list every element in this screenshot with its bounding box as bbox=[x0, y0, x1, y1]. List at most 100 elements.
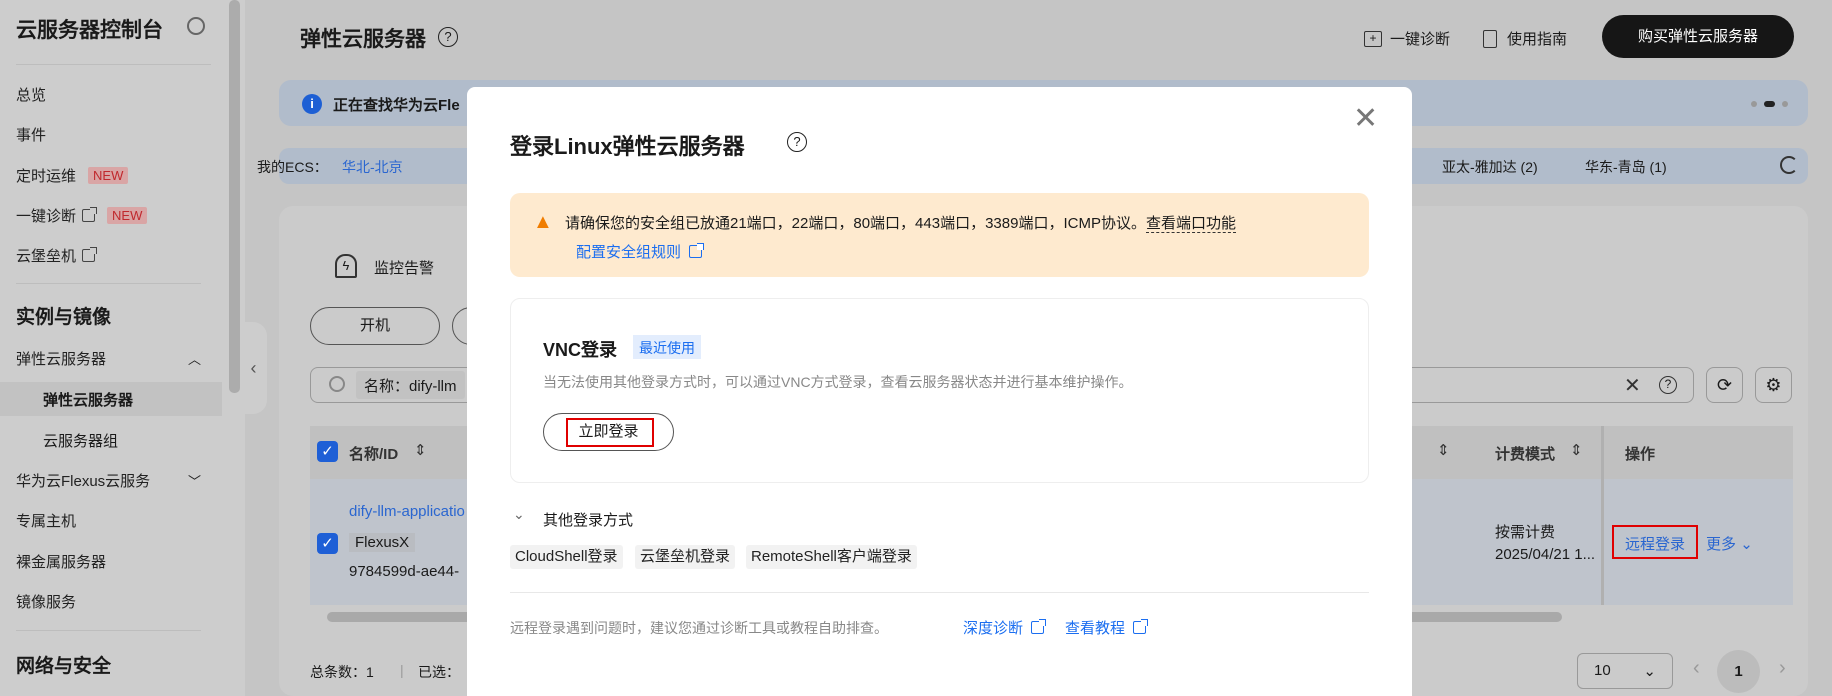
help-icon[interactable]: ? bbox=[1659, 376, 1677, 394]
label: 专属主机 bbox=[16, 513, 77, 530]
sidebar-scrollbar[interactable] bbox=[229, 0, 240, 393]
banner-text: 正在查找华为云Fle bbox=[333, 97, 460, 114]
sort-icon[interactable]: ⇕ bbox=[1570, 441, 1583, 459]
label: 定时运维 bbox=[16, 168, 77, 185]
tutorial-link[interactable]: 查看教程 bbox=[1065, 617, 1149, 638]
security-alert bbox=[510, 193, 1369, 277]
next-page-button[interactable]: › bbox=[1779, 657, 1786, 680]
prev-page-button[interactable]: ‹ bbox=[1693, 657, 1700, 680]
monitor-alarm-button[interactable]: 监控告警 bbox=[374, 257, 434, 278]
search-icon[interactable] bbox=[187, 17, 205, 35]
region-label: 我的ECS： bbox=[257, 159, 328, 175]
collapse-sidebar-button[interactable]: ‹ bbox=[240, 322, 267, 414]
vnc-title: VNC登录 bbox=[543, 340, 618, 360]
sidebar-item-server-group[interactable]: 云服务器组 bbox=[43, 430, 118, 451]
sidebar: 云服务器控制台 总览 事件 定时运维 NEW 一键诊断 NEW 云堡垒机 实例与镜像… bbox=[0, 0, 245, 696]
label: 更多 bbox=[1706, 536, 1737, 553]
alarm-icon: ϟ bbox=[335, 254, 357, 278]
column-header-billing[interactable]: 计费模式 bbox=[1495, 443, 1555, 464]
highlight-box bbox=[1612, 525, 1698, 559]
section-instances: 实例与镜像 bbox=[16, 307, 112, 328]
sidebar-item-ecs[interactable]: 弹性云服务器 bbox=[43, 389, 133, 410]
help-icon[interactable]: ? bbox=[438, 27, 458, 47]
instance-name-link[interactable]: dify-llm-applicatio bbox=[349, 503, 465, 520]
help-text: 远程登录遇到问题时，建议您通过诊断工具或教程自助排查。 bbox=[510, 620, 888, 636]
billing-mode: 按需计费 bbox=[1495, 524, 1556, 541]
external-link-icon bbox=[1031, 619, 1047, 634]
chevron-down-icon: ﹀ bbox=[187, 474, 201, 489]
sidebar-item-images[interactable]: 镜像服务 bbox=[16, 591, 76, 612]
page-1-button[interactable]: 1 bbox=[1717, 650, 1760, 693]
refresh-icon[interactable] bbox=[1780, 156, 1798, 174]
info-icon: i bbox=[302, 94, 322, 114]
chevron-down-icon: ⌄ bbox=[1643, 663, 1656, 680]
clear-icon[interactable]: ✕ bbox=[1624, 373, 1641, 398]
selected-count: 已选： bbox=[418, 664, 460, 680]
page-size-select[interactable]: 10 ⌄ bbox=[1577, 653, 1673, 689]
chevron-down-icon[interactable]: ⌄ bbox=[513, 506, 525, 523]
carousel-dots[interactable] bbox=[1751, 101, 1788, 107]
guide-button[interactable]: 使用指南 bbox=[1483, 28, 1567, 49]
help-icon[interactable]: ? bbox=[787, 132, 807, 152]
label: 华为云Flexus云服务 bbox=[16, 473, 151, 490]
ops-column-divider bbox=[1601, 426, 1604, 605]
sidebar-item-bare-metal[interactable]: 裸金属服务器 bbox=[16, 551, 106, 572]
close-icon[interactable]: ✕ bbox=[1353, 104, 1378, 134]
settings-button[interactable]: ⚙ bbox=[1755, 367, 1792, 403]
sort-icon[interactable]: ⇕ bbox=[414, 441, 427, 459]
region-jakarta[interactable]: 亚太-雅加达 (2) bbox=[1442, 157, 1538, 177]
filter-tag[interactable]: 名称：dify-llm bbox=[356, 371, 465, 399]
label: 查看教程 bbox=[1065, 620, 1126, 637]
port-function-link[interactable]: 查看端口功能 bbox=[1145, 215, 1236, 233]
gear-icon: ⚙ bbox=[1765, 375, 1782, 395]
sidebar-item-bastion[interactable]: 云堡垒机 bbox=[16, 245, 98, 266]
sidebar-item-events[interactable]: 事件 bbox=[16, 124, 46, 145]
console-title: 云服务器控制台 bbox=[16, 19, 163, 42]
flexus-tag: FlexusX bbox=[349, 533, 416, 552]
label: 10 bbox=[1594, 662, 1611, 679]
external-link-icon bbox=[82, 207, 98, 222]
sort-icon[interactable]: ⇕ bbox=[1437, 441, 1450, 459]
row-checkbox[interactable]: ✓ bbox=[317, 533, 338, 554]
alert-text: 请确保您的安全组已放通21端口，22端口，80端口，443端口，3389端口，I… bbox=[565, 212, 1236, 233]
label: 云堡垒机 bbox=[16, 248, 77, 265]
region-beijing[interactable]: 华北-北京 bbox=[342, 157, 403, 177]
page-title: 弹性云服务器 bbox=[300, 28, 426, 51]
alert-message: 请确保您的安全组已放通21端口，22端口，80端口，443端口，3389端口，I… bbox=[565, 215, 1146, 232]
section-network: 网络与安全 bbox=[16, 656, 112, 677]
external-link-icon bbox=[1133, 619, 1149, 634]
sidebar-item-flexus[interactable]: 华为云Flexus云服务 ﹀ bbox=[16, 470, 201, 491]
label: 总览 bbox=[16, 87, 47, 104]
sidebar-item-diagnose[interactable]: 一键诊断 NEW bbox=[16, 205, 148, 226]
diagnose-button[interactable]: + 一键诊断 bbox=[1364, 28, 1450, 49]
warning-icon: ▲ bbox=[533, 211, 553, 233]
sidebar-item-dedicated-host[interactable]: 专属主机 bbox=[16, 510, 76, 531]
label: 裸金属服务器 bbox=[16, 554, 107, 571]
search-icon bbox=[329, 376, 345, 392]
label: 弹性云服务器 bbox=[16, 351, 107, 368]
label: 使用指南 bbox=[1507, 31, 1568, 48]
region-qingdao[interactable]: 华东-青岛 (1) bbox=[1585, 157, 1667, 177]
sidebar-item-scheduled-ops[interactable]: 定时运维 NEW bbox=[16, 165, 129, 186]
select-all-checkbox[interactable]: ✓ bbox=[317, 441, 338, 462]
chevron-up-icon: ︿ bbox=[187, 352, 201, 367]
config-security-group-link[interactable]: 配置安全组规则 bbox=[576, 241, 705, 262]
sidebar-item-overview[interactable]: 总览 bbox=[16, 84, 46, 105]
label: 一键诊断 bbox=[16, 208, 77, 225]
new-badge: NEW bbox=[88, 167, 129, 184]
cloudshell-login[interactable]: CloudShell登录 bbox=[510, 545, 623, 569]
bastion-login[interactable]: 云堡垒机登录 bbox=[635, 545, 736, 569]
recently-used-badge: 最近使用 bbox=[633, 335, 701, 359]
more-dropdown[interactable]: 更多 ⌄ bbox=[1706, 533, 1753, 554]
column-header-name[interactable]: 名称/ID bbox=[349, 443, 398, 464]
start-button[interactable]: 开机 bbox=[310, 307, 440, 345]
other-login-methods-toggle[interactable]: 其他登录方式 bbox=[543, 509, 633, 530]
remoteshell-login[interactable]: RemoteShell客户端登录 bbox=[746, 545, 917, 569]
deep-diagnose-link[interactable]: 深度诊断 bbox=[963, 617, 1047, 638]
buy-ecs-button[interactable]: 购买弹性云服务器 bbox=[1602, 15, 1794, 58]
sidebar-group-ecs[interactable]: 弹性云服务器 ︿ bbox=[16, 348, 201, 369]
chevron-down-icon: ⌄ bbox=[1740, 536, 1753, 553]
refresh-button[interactable]: ⟳ bbox=[1706, 367, 1743, 403]
label: 深度诊断 bbox=[963, 620, 1024, 637]
instance-id: 9784599d-ae44- bbox=[349, 563, 460, 580]
